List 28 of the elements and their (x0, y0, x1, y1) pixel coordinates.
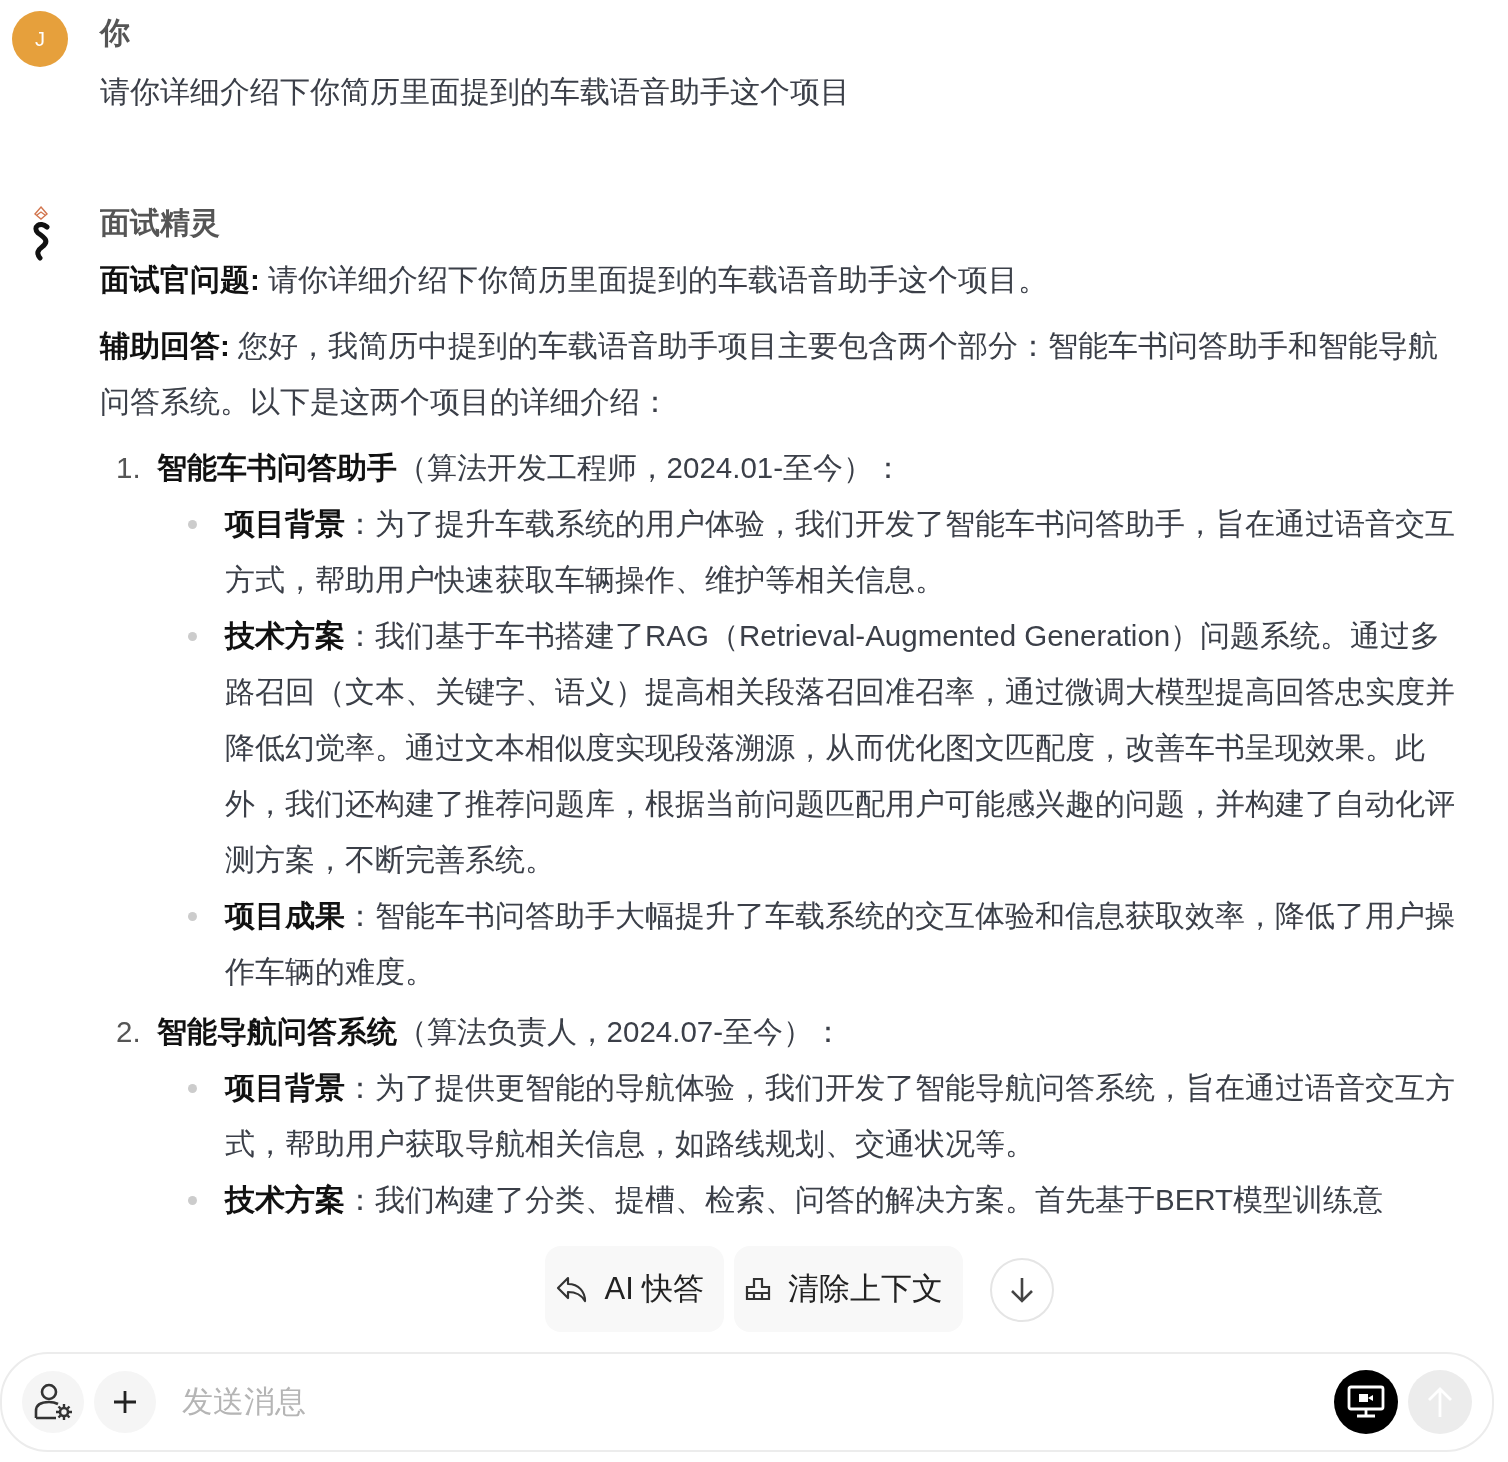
quick-action-button[interactable]: 清除上下文 (734, 1246, 964, 1332)
bullet-dot (188, 912, 197, 921)
bullet-text: 技术方案：我们基于车书搭建了RAG（Retrieval-Augmented Generation）问题系统。通过多路召回（文本、关键字、语义）提高相关段落召回准召率，通过微调大模型提高回答忠实度并降低幻觉率。通过文本相似度实现段落溯源，从而优化图文匹配度，改善车书呈现效果。此外，我们还构建了推荐问题库，根据当前问题匹配用户可能感兴趣的问题，并构建了自动化评测方案，不断完善系统。 (225, 618, 1456, 878)
project-title: 智能导航问答系统（算法负责人，2024.07-至今）： (156, 1014, 844, 1050)
bullet-dot (188, 632, 197, 641)
message-composer[interactable]: 发送消息 (0, 1352, 1494, 1452)
message-text: 请你详细介绍下你简历里面提到的车载语音助手这个项目 (100, 74, 851, 110)
bullet-dot (188, 520, 197, 529)
list-number: 2. (116, 1014, 141, 1050)
bullet-text: 技术方案：我们构建了分类、提槽、检索、问答的解决方案。首先基于BERT模型训练意 (225, 1182, 1384, 1218)
project-title: 智能车书问答助手（算法开发工程师，2024.01-至今）： (156, 450, 904, 486)
reply-icon (554, 1274, 589, 1304)
answer-paragraph: 辅助回答: 您好，我简历中提到的车载语音助手项目主要包含两个部分：智能车书问答助手和智能导航问答系统。以下是这两个项目的详细介绍： (100, 328, 1440, 420)
answer-paragraph: 面试官问题: 请你详细介绍下你简历里面提到的车载语音助手这个项目。 (100, 262, 1050, 298)
user-settings-icon (32, 1381, 74, 1423)
broom-icon (744, 1275, 773, 1303)
sender-name: 你 (100, 15, 131, 51)
bullet-text: 项目背景：为了提供更智能的导航体验，我们开发了智能导航问答系统，旨在通过语音交互方式，帮助用户获取导航相关信息，如路线规划、交通状况等。 (225, 1070, 1456, 1162)
plus-icon (111, 1388, 139, 1416)
bullet-text: 项目成果：智能车书问答助手大幅提升了车载系统的交互体验和信息获取效率，降低了用户操作车辆的难度。 (225, 898, 1456, 990)
sender-name: 面试精灵 (100, 205, 221, 241)
user-avatar: J (12, 11, 68, 67)
quick-action-button[interactable]: AI 快答 (544, 1246, 725, 1332)
monitor-camera-icon (1346, 1384, 1386, 1420)
bullet-text: 项目背景：为了提升车载系统的用户体验，我们开发了智能车书问答助手，旨在通过语音交互方式，帮助用户快速获取车辆操作、维护等相关信息。 (225, 506, 1456, 598)
bullet-dot (188, 1084, 197, 1093)
bullet-dot (188, 1196, 197, 1205)
list-number: 1. (116, 450, 141, 486)
